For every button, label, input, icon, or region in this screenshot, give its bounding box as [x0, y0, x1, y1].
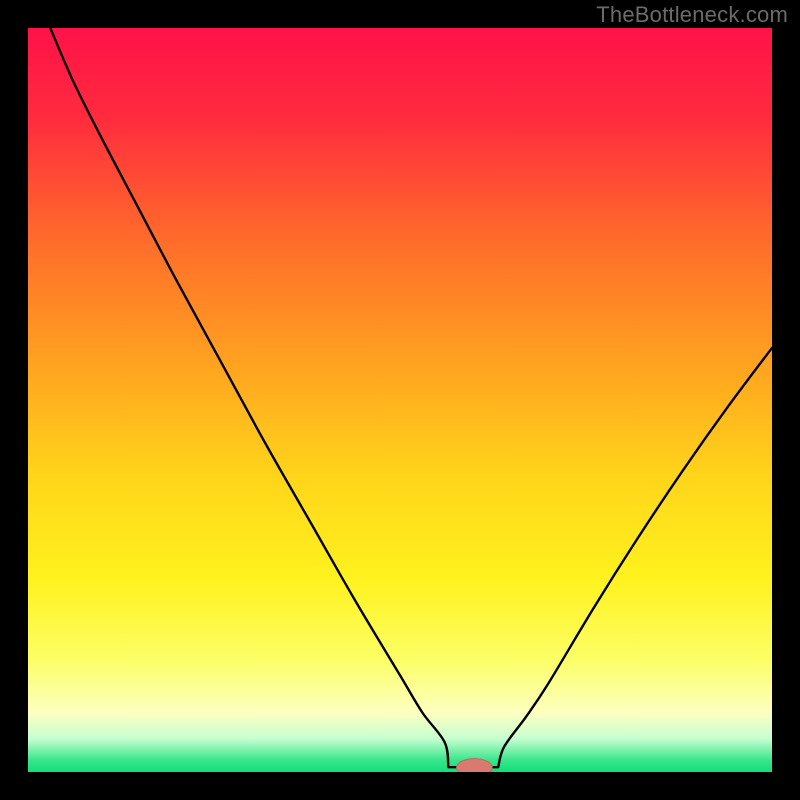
- watermark-text: TheBottleneck.com: [596, 2, 788, 28]
- bottleneck-chart: [28, 28, 772, 772]
- plot-area: [28, 28, 772, 772]
- optimal-point-marker: [457, 759, 493, 772]
- chart-frame: TheBottleneck.com: [0, 0, 800, 800]
- gradient-background: [28, 28, 772, 772]
